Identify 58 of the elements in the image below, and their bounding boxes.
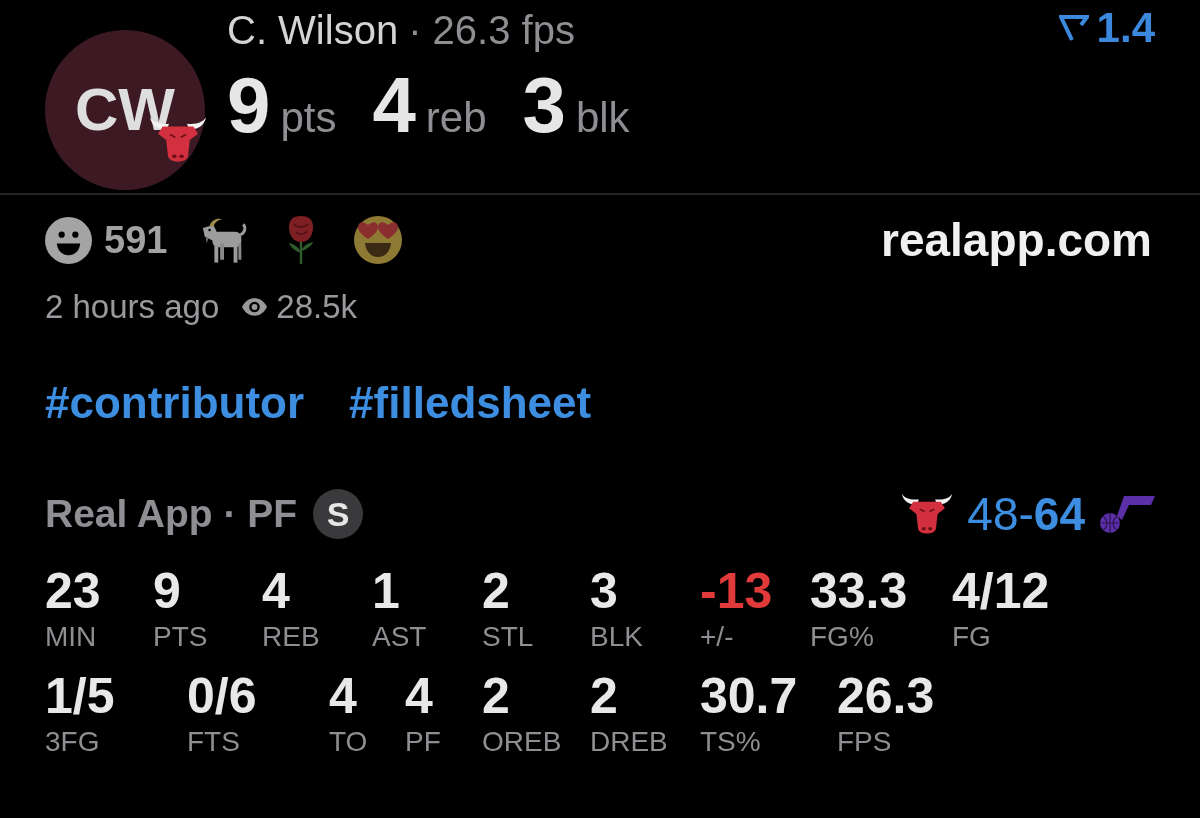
stat-label: PF xyxy=(405,727,442,757)
stat-value: 23 xyxy=(45,566,102,616)
game-source: Real App · PF xyxy=(45,491,298,537)
bull-logo-icon xyxy=(901,492,954,536)
stat-value: 4 xyxy=(329,671,358,721)
stat-value: 9 xyxy=(153,566,182,616)
stat-label: FG xyxy=(952,622,992,652)
stat-label: TO xyxy=(329,727,369,757)
stat-value: 4/12 xyxy=(952,566,1050,616)
stat-value: 2 xyxy=(482,671,511,721)
stat-value: 33.3 xyxy=(810,566,909,616)
smiley-icon xyxy=(45,216,92,264)
stat-unit: blk xyxy=(575,97,630,139)
stat-value: 0/6 xyxy=(187,671,258,721)
stat-value: 4 xyxy=(262,566,291,616)
stat-label: REB xyxy=(262,622,321,652)
basketball-note-logo-icon xyxy=(1099,494,1155,534)
stat-label: DREB xyxy=(590,727,669,757)
stat-label: FG% xyxy=(810,622,875,652)
eye-icon xyxy=(241,297,269,317)
site-name: realapp.com xyxy=(881,215,1152,265)
game-score: 48-64 xyxy=(967,489,1085,539)
reaction-button[interactable]: 591 xyxy=(45,215,168,265)
letter-badge: S xyxy=(313,489,364,539)
post-time: 2 hours ago xyxy=(45,289,220,325)
player-name: C. Wilson xyxy=(227,8,399,52)
stat-value: 2 xyxy=(482,566,511,616)
rating: 1.4 xyxy=(1096,4,1155,52)
stat-value: 1 xyxy=(372,566,401,616)
avatar: CW xyxy=(45,30,205,190)
stat-label: FTS xyxy=(187,727,241,757)
stat-unit: pts xyxy=(280,97,337,139)
stat-value: 4 xyxy=(405,671,434,721)
stat-value: 3 xyxy=(590,566,619,616)
stat-label: +/- xyxy=(700,622,735,652)
stat-unit: reb xyxy=(425,97,487,139)
stat-label: OREB xyxy=(482,727,563,757)
hashtag-link[interactable]: #filledsheet xyxy=(349,379,592,427)
stat-value: -13 xyxy=(700,566,774,616)
fantasy-points-rate: · 26.3 fps xyxy=(408,8,575,52)
stat-value: 30.7 xyxy=(700,671,799,721)
stat-value: 2 xyxy=(590,671,619,721)
stat-label: 3FG xyxy=(45,727,101,757)
stat-label: STL xyxy=(482,622,535,652)
hashtag-link[interactable]: #contributor xyxy=(45,379,305,427)
stat-value: 1/5 xyxy=(45,671,116,721)
stat-value: 3 xyxy=(522,66,566,144)
stat-value: 9 xyxy=(227,66,271,144)
stat-label: TS% xyxy=(700,727,762,757)
stat-label: MIN xyxy=(45,622,98,652)
stat-label: AST xyxy=(372,622,428,652)
stat-label: PTS xyxy=(153,622,209,652)
stat-label: BLK xyxy=(590,622,644,652)
stat-value: 26.3 xyxy=(837,671,935,721)
stat-label: FPS xyxy=(837,727,893,757)
view-count: 28.5k xyxy=(276,289,358,325)
heart-eyes-emoji-icon[interactable] xyxy=(353,215,404,265)
stat-value: 4 xyxy=(372,66,416,144)
